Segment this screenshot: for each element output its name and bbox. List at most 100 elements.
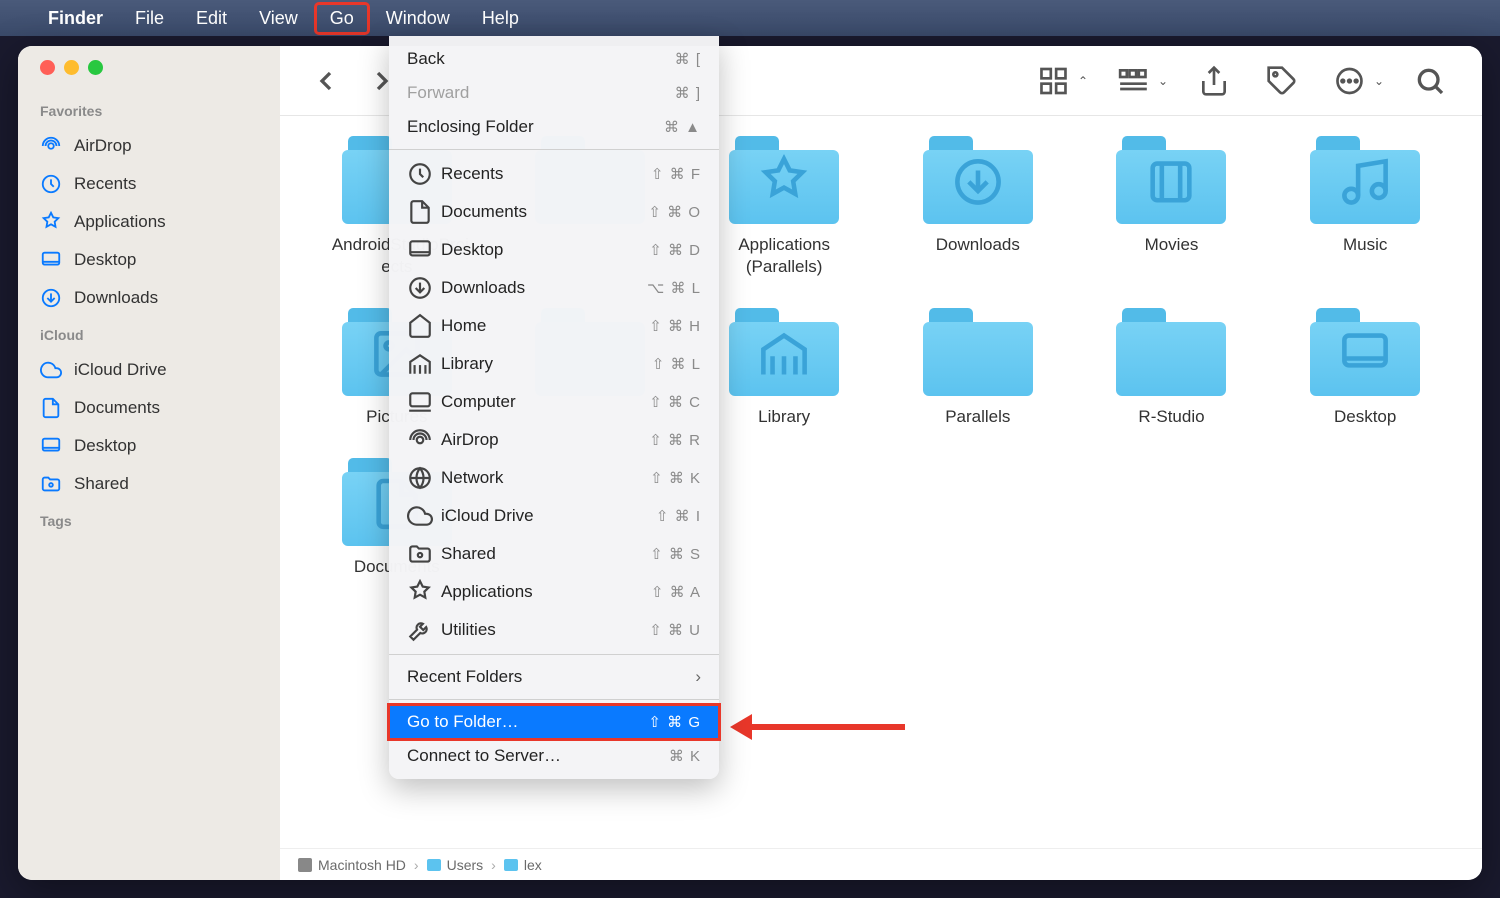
- menu-view[interactable]: View: [245, 4, 312, 33]
- folder-icon: [427, 859, 441, 871]
- menu-item-shared[interactable]: Shared⇧ ⌘ S: [389, 535, 719, 573]
- menu-item-label: Documents: [441, 202, 648, 222]
- menu-item-recents[interactable]: Recents⇧ ⌘ F: [389, 155, 719, 193]
- menu-item-label: AirDrop: [441, 430, 649, 450]
- menu-item-label: Recents: [441, 164, 651, 184]
- folder-label: Music: [1343, 234, 1387, 256]
- menu-help[interactable]: Help: [468, 4, 533, 33]
- folder-item[interactable]: R-Studio: [1085, 308, 1259, 428]
- folder-label: Movies: [1145, 234, 1199, 256]
- menu-item-go-to-folder-[interactable]: Go to Folder…⇧ ⌘ G: [389, 705, 719, 739]
- menu-shortcut: ⇧ ⌘ C: [649, 393, 701, 411]
- folder-icon: [923, 308, 1033, 396]
- menu-shortcut: ⇧ ⌘ I: [656, 507, 701, 525]
- menu-shortcut: ⌥ ⌘ L: [647, 279, 701, 297]
- download-icon: [40, 287, 62, 309]
- search-button[interactable]: [1408, 65, 1452, 97]
- tag-button[interactable]: [1260, 65, 1304, 97]
- sidebar-item-label: iCloud Drive: [74, 360, 167, 380]
- group-button[interactable]: ⌄: [1112, 65, 1168, 97]
- path-seg-user[interactable]: lex: [504, 857, 542, 873]
- menu-item-library[interactable]: Library⇧ ⌘ L: [389, 345, 719, 383]
- menu-shortcut: ⇧ ⌘ L: [652, 355, 701, 373]
- menu-item-applications[interactable]: Applications⇧ ⌘ A: [389, 573, 719, 611]
- menu-item-label: Library: [441, 354, 652, 374]
- menu-item-enclosing-folder[interactable]: Enclosing Folder⌘ ▲: [389, 110, 719, 144]
- menu-shortcut: ⇧ ⌘ O: [648, 203, 701, 221]
- path-seg-users[interactable]: Users: [427, 857, 484, 873]
- sidebar-item-shared[interactable]: Shared: [18, 465, 280, 503]
- menu-shortcut: ⇧ ⌘ H: [649, 317, 701, 335]
- menu-item-forward: Forward⌘ ]: [389, 76, 719, 110]
- menu-item-label: Recent Folders: [407, 667, 695, 687]
- folder-label: Applications (Parallels): [719, 234, 849, 278]
- app-name[interactable]: Finder: [34, 4, 117, 33]
- folder-icon: [1116, 136, 1226, 224]
- folder-item[interactable]: Desktop: [1278, 308, 1452, 428]
- menu-shortcut: ⇧ ⌘ D: [649, 241, 701, 259]
- sidebar-item-label: Desktop: [74, 250, 136, 270]
- menu-item-recent-folders[interactable]: Recent Folders›: [389, 660, 719, 694]
- sidebar-item-documents[interactable]: Documents: [18, 389, 280, 427]
- home-icon: [407, 313, 433, 339]
- sidebar-item-icloud-drive[interactable]: iCloud Drive: [18, 351, 280, 389]
- folder-item[interactable]: Downloads: [891, 136, 1065, 278]
- menu-item-label: Shared: [441, 544, 650, 564]
- menu-go[interactable]: Go: [316, 4, 368, 33]
- menu-shortcut: ⇧ ⌘ U: [649, 621, 701, 639]
- back-button[interactable]: [310, 65, 342, 97]
- folder-icon: [923, 136, 1033, 224]
- folder-icon: [729, 308, 839, 396]
- menu-shortcut: ⌘ K: [669, 747, 701, 765]
- folder-item[interactable]: Movies: [1085, 136, 1259, 278]
- utilities-icon: [407, 617, 433, 643]
- network-icon: [407, 465, 433, 491]
- sidebar-item-label: Shared: [74, 474, 129, 494]
- menu-item-label: Network: [441, 468, 650, 488]
- menu-item-back[interactable]: Back⌘ [: [389, 42, 719, 76]
- menu-item-home[interactable]: Home⇧ ⌘ H: [389, 307, 719, 345]
- folder-item[interactable]: Parallels: [891, 308, 1065, 428]
- sidebar-item-applications[interactable]: Applications: [18, 203, 280, 241]
- app-icon: [407, 579, 433, 605]
- folder-icon: [1310, 308, 1420, 396]
- close-button[interactable]: [40, 60, 55, 75]
- folder-item[interactable]: Applications (Parallels): [697, 136, 871, 278]
- menu-item-desktop[interactable]: Desktop⇧ ⌘ D: [389, 231, 719, 269]
- menu-edit[interactable]: Edit: [182, 4, 241, 33]
- menu-file[interactable]: File: [121, 4, 178, 33]
- menu-item-computer[interactable]: Computer⇧ ⌘ C: [389, 383, 719, 421]
- menu-item-label: Applications: [441, 582, 651, 602]
- menu-item-connect-to-server-[interactable]: Connect to Server…⌘ K: [389, 739, 719, 773]
- view-mode-button[interactable]: ⌃: [1032, 65, 1088, 97]
- share-button[interactable]: [1192, 65, 1236, 97]
- clock-icon: [407, 161, 433, 187]
- sidebar-item-desktop[interactable]: Desktop: [18, 241, 280, 279]
- menu-item-icloud-drive[interactable]: iCloud Drive⇧ ⌘ I: [389, 497, 719, 535]
- menu-shortcut: ⇧ ⌘ K: [650, 469, 701, 487]
- folder-item[interactable]: Music: [1278, 136, 1452, 278]
- menu-item-utilities[interactable]: Utilities⇧ ⌘ U: [389, 611, 719, 649]
- sidebar-item-airdrop[interactable]: AirDrop: [18, 127, 280, 165]
- folder-item[interactable]: Library: [697, 308, 871, 428]
- menu-item-label: Go to Folder…: [407, 712, 648, 732]
- fullscreen-button[interactable]: [88, 60, 103, 75]
- path-seg-root[interactable]: Macintosh HD: [298, 857, 406, 873]
- menu-item-downloads[interactable]: Downloads⌥ ⌘ L: [389, 269, 719, 307]
- sidebar-item-recents[interactable]: Recents: [18, 165, 280, 203]
- sidebar-item-label: Recents: [74, 174, 136, 194]
- desktop-icon: [407, 237, 433, 263]
- menu-shortcut: ⌘ [: [675, 50, 701, 68]
- desktop-icon: [40, 249, 62, 271]
- sidebar-item-desktop[interactable]: Desktop: [18, 427, 280, 465]
- menu-item-documents[interactable]: Documents⇧ ⌘ O: [389, 193, 719, 231]
- menu-item-network[interactable]: Network⇧ ⌘ K: [389, 459, 719, 497]
- action-button[interactable]: ⌄: [1328, 65, 1384, 97]
- sidebar-item-downloads[interactable]: Downloads: [18, 279, 280, 317]
- menu-separator: [389, 149, 719, 150]
- menu-item-label: Enclosing Folder: [407, 117, 664, 137]
- menu-item-airdrop[interactable]: AirDrop⇧ ⌘ R: [389, 421, 719, 459]
- minimize-button[interactable]: [64, 60, 79, 75]
- menu-window[interactable]: Window: [372, 4, 464, 33]
- sidebar-header: iCloud: [18, 317, 280, 351]
